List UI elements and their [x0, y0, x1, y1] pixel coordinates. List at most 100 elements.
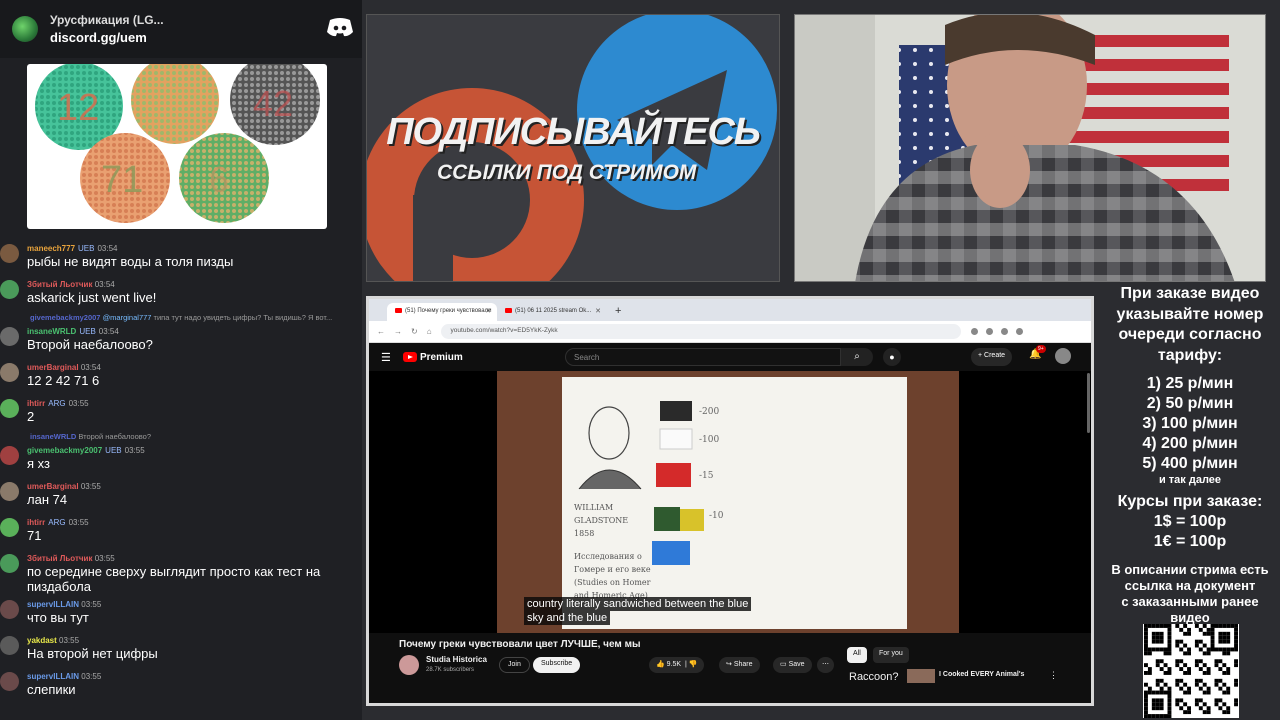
avatar[interactable]: [0, 446, 19, 465]
reload-icon[interactable]: ↻: [411, 327, 418, 336]
extension-icon[interactable]: [985, 328, 993, 335]
video-player[interactable]: WILLIAM GLADSTONE 1858 Исследования о Го…: [369, 371, 1091, 633]
qr-code: [1143, 624, 1239, 718]
avatar[interactable]: [0, 244, 19, 263]
order-info-panel: При заказе видео указывайте номер очеред…: [1100, 284, 1280, 626]
chat-message: ihtirr ARG 03:55 2: [0, 395, 362, 431]
channel-avatar[interactable]: [399, 655, 419, 675]
subscribe-banner: ПОДПИСЫВАЙТЕСЬ ССЫЛКИ ПОД СТРИМОМ: [366, 14, 780, 282]
url-field[interactable]: youtube.com/watch?v=ED5YkK-Zykk: [440, 324, 961, 339]
chat-username[interactable]: Збитый Льотчик: [27, 280, 92, 289]
youtube-logo[interactable]: Premium: [403, 352, 463, 363]
chat-timestamp: 03:55: [80, 482, 101, 491]
close-tab-icon[interactable]: ✕: [485, 307, 491, 315]
chat-timestamp: 03:55: [59, 636, 80, 645]
subscriber-count: 28.7K subscribers: [426, 667, 475, 673]
notification-badge: 9+: [1036, 345, 1046, 353]
channel-name[interactable]: Studia Historica: [426, 655, 487, 664]
avatar[interactable]: [0, 554, 19, 573]
avatar[interactable]: [0, 280, 19, 299]
chat-username[interactable]: Збитый Льотчик: [27, 554, 92, 563]
chat-username[interactable]: maneech777: [27, 244, 75, 253]
invite-link[interactable]: discord.gg/uem: [50, 30, 164, 45]
chat-username[interactable]: ihtirr: [27, 518, 45, 527]
youtube-page: ☰ Premium Search ⌕ ● + Create 🔔 9+ WILLI…: [369, 343, 1091, 703]
banner-title: ПОДПИСЫВАЙТЕСЬ: [386, 111, 761, 153]
profile-icon[interactable]: [1015, 328, 1023, 335]
menu-icon[interactable]: ☰: [381, 351, 391, 364]
chat-message: Збитый Льотчик 03:54 askarick just went l…: [0, 276, 362, 312]
avatar[interactable]: [0, 672, 19, 691]
avatar[interactable]: [0, 363, 19, 382]
browser-tab-1[interactable]: (51) Почему греки чувствовали ✕: [387, 303, 497, 321]
share-button[interactable]: ↪ Share: [719, 657, 760, 673]
create-button[interactable]: + Create: [971, 348, 1013, 366]
user-badge: ARG: [48, 518, 66, 527]
reply-preview[interactable]: givemebackmy2007 @marginal777 типа тут н…: [0, 312, 362, 323]
back-icon[interactable]: ←: [377, 327, 385, 336]
chat-message: supervILLAIN 03:55 что вы тут: [0, 596, 362, 632]
chat-username[interactable]: umerBarginal: [27, 482, 79, 491]
avatar[interactable]: [0, 636, 19, 655]
video-meta: Почему греки чувствовали цвет ЛУЧШЕ, чем…: [369, 633, 1091, 703]
avatar[interactable]: [0, 600, 19, 619]
user-badge: UEB: [78, 244, 95, 253]
recommended-title-2[interactable]: I Cooked EVERY Animal's: [939, 671, 1024, 678]
chat-text-continued: пиздабола: [27, 579, 91, 594]
chat-username[interactable]: yakdast: [27, 636, 57, 645]
chat-username[interactable]: givemebackmy2007: [27, 446, 102, 455]
chat-username[interactable]: ihtirr: [27, 399, 45, 408]
chat-message: umerBarginal 03:55 лан 74: [0, 478, 362, 514]
more-actions-button[interactable]: ⋯: [817, 657, 834, 673]
page-scrollbar[interactable]: [1087, 373, 1090, 433]
chat-text: рыбы не видят воды а толя пизды: [27, 254, 234, 269]
close-tab-icon[interactable]: ✕: [595, 307, 601, 315]
svg-text:12: 12: [57, 87, 99, 129]
avatar[interactable]: [0, 399, 19, 418]
chat-username[interactable]: supervILLAIN: [27, 672, 79, 681]
mic-icon[interactable]: ●: [883, 348, 901, 366]
forward-icon[interactable]: →: [394, 327, 402, 336]
browser-window: (51) Почему греки чувствовали ✕ (51) 06 …: [366, 296, 1094, 706]
search-icon[interactable]: ⌕: [841, 348, 873, 366]
price-list-etc: и так далее: [1158, 474, 1222, 486]
avatar[interactable]: [0, 482, 19, 501]
chat-message: insaneWRLD UEB 03:54 Второй наебалоово?: [0, 323, 362, 359]
chat-username[interactable]: umerBarginal: [27, 363, 79, 372]
server-icon: [12, 16, 38, 42]
chat-username[interactable]: insaneWRLD: [27, 327, 76, 336]
chat-message: yakdast 03:55 На второй нет цифры: [0, 632, 362, 668]
chip-all[interactable]: All: [847, 647, 867, 663]
discord-widget[interactable]: Урусфикация (LG... discord.gg/uem: [0, 0, 362, 58]
bookmark-icon[interactable]: [1000, 328, 1008, 335]
chat-text: я хз: [27, 456, 50, 471]
home-icon[interactable]: ⌂: [427, 327, 432, 336]
recommended-title-1[interactable]: Raccoon?: [849, 671, 899, 683]
chip-for-you[interactable]: For you: [873, 647, 909, 663]
avatar[interactable]: [0, 518, 19, 537]
like-button[interactable]: 👍 9.5K | 👎: [649, 657, 705, 673]
chat-username[interactable]: supervILLAIN: [27, 600, 79, 609]
color-blindness-test-image: 12 42 71 6: [27, 64, 327, 229]
video-caption: country literally sandwiched between the…: [524, 597, 752, 625]
price-list: 1) 25 р/мин 2) 50 р/мин 3) 100 р/мин 4) …: [1142, 375, 1238, 472]
reply-preview[interactable]: insaneWRLD Второй наебалоово?: [0, 431, 362, 442]
chat-text: слепики: [27, 682, 76, 697]
save-button[interactable]: ▭ Save: [773, 657, 812, 673]
avatar[interactable]: [0, 327, 19, 346]
more-options-icon[interactable]: ⋮: [1049, 670, 1058, 681]
chat-timestamp: 03:54: [80, 363, 101, 372]
chat-text: 2: [27, 409, 35, 424]
avatar[interactable]: [1055, 348, 1071, 364]
chat-text: Второй наебалоово?: [27, 337, 153, 352]
chat-message: ihtirr ARG 03:55 71: [0, 514, 362, 550]
recommended-thumbnail[interactable]: [907, 669, 935, 683]
user-badge: UEB: [79, 327, 96, 336]
browser-tab-2[interactable]: (51) 06 11 2025 stream Ok... ✕: [497, 303, 607, 321]
join-button[interactable]: Join: [499, 657, 530, 673]
address-bar-row: ← → ↻ ⌂ youtube.com/watch?v=ED5YkK-Zykk: [369, 321, 1091, 343]
subscribe-button[interactable]: Subscribe: [533, 657, 581, 673]
zoom-icon[interactable]: [970, 328, 978, 335]
search-input[interactable]: Search: [565, 348, 841, 366]
new-tab-button[interactable]: +: [607, 303, 629, 321]
